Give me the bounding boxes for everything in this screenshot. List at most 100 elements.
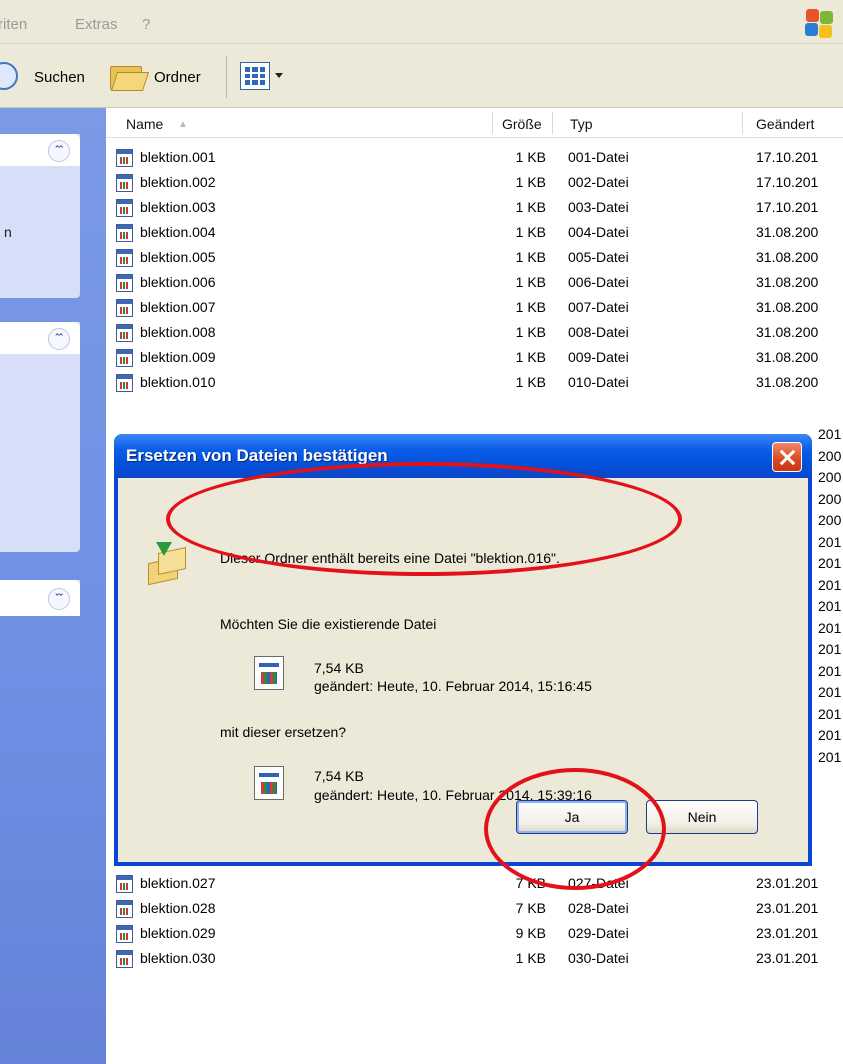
- file-date: 17.10.201: [756, 149, 819, 165]
- partial-date: 201: [818, 555, 842, 571]
- file-type: 005-Datei: [568, 249, 629, 265]
- file-icon: [116, 174, 133, 192]
- file-type: 007-Datei: [568, 299, 629, 315]
- file-row[interactable]: blektion.004 1 KB 004-Datei 31.08.200: [106, 221, 843, 246]
- file-date: 31.08.200: [756, 374, 819, 390]
- partial-date: 201: [818, 641, 842, 657]
- file-icon: [116, 149, 133, 167]
- file-icon: [116, 349, 133, 367]
- file-row[interactable]: blektion.030 1 KB 030-Datei 23.01.201: [106, 947, 843, 972]
- partial-date: 200: [818, 447, 842, 464]
- existing-file-size: 7,54 KB: [314, 660, 364, 676]
- partial-date: 201: [818, 598, 842, 614]
- file-name: blektion.009: [140, 349, 216, 365]
- partial-date: 201: [818, 533, 842, 550]
- file-row[interactable]: blektion.003 1 KB 003-Datei 17.10.201: [106, 196, 843, 221]
- file-size: 1 KB: [515, 149, 546, 165]
- close-button[interactable]: [772, 442, 802, 472]
- column-type[interactable]: Typ: [570, 116, 593, 132]
- file-size: 9 KB: [515, 925, 546, 941]
- partial-date: 201: [818, 426, 842, 442]
- file-name: blektion.001: [140, 149, 216, 165]
- file-date: 31.08.200: [756, 324, 819, 340]
- menu-item-extras[interactable]: Extras: [75, 16, 118, 33]
- file-type: 029-Datei: [568, 925, 629, 941]
- partial-date: 201: [818, 684, 842, 700]
- toolbar: Suchen Ordner: [0, 44, 843, 108]
- existing-file-modified: geändert: Heute, 10. Februar 2014, 15:16…: [314, 678, 592, 694]
- file-row[interactable]: blektion.028 7 KB 028-Datei 23.01.201: [106, 897, 843, 922]
- file-icon: [116, 274, 133, 292]
- file-name: blektion.006: [140, 274, 216, 290]
- file-icon: [116, 249, 133, 267]
- partial-date: 201: [818, 727, 842, 743]
- file-size: 1 KB: [515, 199, 546, 215]
- file-size: 1 KB: [515, 249, 546, 265]
- expand-icon[interactable]: ˇˇ: [48, 588, 70, 610]
- task-pane: ˆˆ n ˆˆ ˇˇ: [0, 108, 106, 1064]
- file-type: 010-Datei: [568, 374, 629, 390]
- file-row[interactable]: blektion.002 1 KB 002-Datei 17.10.201: [106, 171, 843, 196]
- file-date: 17.10.201: [756, 199, 819, 215]
- search-button[interactable]: Suchen: [34, 69, 85, 86]
- file-size: 1 KB: [515, 324, 546, 340]
- partial-date: 201: [818, 619, 842, 636]
- dropdown-arrow-icon: [275, 73, 283, 78]
- file-type: 001-Datei: [568, 149, 629, 165]
- panel-text-fragment: n: [4, 224, 12, 240]
- partial-date: 201: [818, 705, 842, 722]
- collapse-icon[interactable]: ˆˆ: [48, 140, 70, 162]
- menu-item-favoriten[interactable]: riten: [0, 16, 27, 33]
- task-panel-2: ˆˆ: [0, 322, 80, 552]
- file-row[interactable]: blektion.027 7 KB 027-Datei 23.01.201: [106, 872, 843, 897]
- file-name: blektion.005: [140, 249, 216, 265]
- column-header: Name ▲ Größe Typ Geändert: [106, 108, 843, 138]
- file-type: 004-Datei: [568, 224, 629, 240]
- file-size: 1 KB: [515, 174, 546, 190]
- file-date: 23.01.201: [756, 950, 819, 966]
- collapse-icon[interactable]: ˆˆ: [48, 328, 70, 350]
- folders-icon[interactable]: [110, 62, 150, 92]
- file-row[interactable]: blektion.010 1 KB 010-Datei 31.08.200: [106, 371, 843, 396]
- sort-ascending-icon: ▲: [178, 119, 188, 130]
- file-size: 1 KB: [515, 274, 546, 290]
- file-type: 003-Datei: [568, 199, 629, 215]
- file-row[interactable]: blektion.001 1 KB 001-Datei 17.10.201: [106, 146, 843, 171]
- file-type: 008-Datei: [568, 324, 629, 340]
- column-name[interactable]: Name: [126, 116, 163, 132]
- partial-date: 201: [818, 662, 842, 679]
- file-date: 31.08.200: [756, 274, 819, 290]
- file-icon: [116, 374, 133, 392]
- file-icon: [254, 656, 284, 690]
- file-date: 23.01.201: [756, 900, 819, 916]
- partial-date: 200: [818, 490, 842, 507]
- file-name: blektion.002: [140, 174, 216, 190]
- folders-button[interactable]: Ordner: [154, 69, 201, 86]
- file-size: 1 KB: [515, 349, 546, 365]
- column-size[interactable]: Größe: [502, 116, 542, 132]
- partial-date: 201: [818, 576, 842, 593]
- file-name: blektion.007: [140, 299, 216, 315]
- file-name: blektion.030: [140, 950, 216, 966]
- file-type: 002-Datei: [568, 174, 629, 190]
- file-icon: [116, 199, 133, 217]
- column-modified[interactable]: Geändert: [756, 116, 814, 132]
- file-date: 17.10.201: [756, 174, 819, 190]
- partial-date: 200: [818, 469, 842, 485]
- file-row[interactable]: blektion.007 1 KB 007-Datei 31.08.200: [106, 296, 843, 321]
- views-icon: [240, 62, 270, 90]
- highlight-ellipse-yes: [484, 768, 666, 890]
- file-row[interactable]: blektion.009 1 KB 009-Datei 31.08.200: [106, 346, 843, 371]
- file-type: 009-Datei: [568, 349, 629, 365]
- menu-item-help[interactable]: ?: [142, 16, 150, 33]
- task-panel-3: ˇˇ: [0, 580, 80, 616]
- views-button[interactable]: [240, 60, 290, 92]
- file-row[interactable]: blektion.006 1 KB 006-Datei 31.08.200: [106, 271, 843, 296]
- file-size: 1 KB: [515, 224, 546, 240]
- search-icon[interactable]: [0, 62, 18, 90]
- file-row[interactable]: blektion.008 1 KB 008-Datei 31.08.200: [106, 321, 843, 346]
- file-row[interactable]: blektion.005 1 KB 005-Datei 31.08.200: [106, 246, 843, 271]
- file-row[interactable]: blektion.029 9 KB 029-Datei 23.01.201: [106, 922, 843, 947]
- file-name: blektion.027: [140, 875, 216, 891]
- windows-logo-icon: [805, 8, 835, 38]
